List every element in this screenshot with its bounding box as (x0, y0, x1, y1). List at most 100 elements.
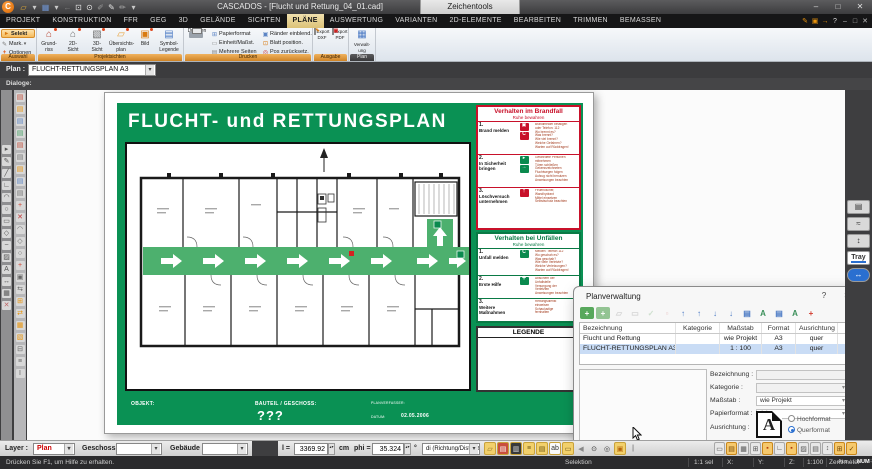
bild-button[interactable]: Bild (133, 28, 157, 54)
ruler-icon[interactable]: ▭ (562, 442, 574, 455)
tab-trimmen[interactable]: TRIMMEN (567, 14, 614, 28)
layer-icon[interactable]: ▤ (497, 442, 509, 455)
table-row[interactable]: Flucht und Rettung wie Projekt A3 quer (580, 334, 845, 344)
back-icon[interactable]: ◀ (575, 442, 587, 455)
dialog-title-bar[interactable]: Planverwaltung ? ✕ (574, 287, 845, 305)
bezeichnung-input[interactable] (756, 369, 845, 380)
app-logo-icon[interactable]: C (2, 1, 14, 13)
tab-bemassen[interactable]: BEMASSEN (614, 14, 667, 28)
drucken-button[interactable]: Drucken (185, 28, 209, 54)
wrench-icon[interactable]: ✎ (800, 16, 810, 27)
remote-access-icon[interactable]: ↔ (847, 268, 870, 282)
move-top-icon[interactable]: ↑ (676, 307, 690, 319)
snap-icon[interactable]: ▪ (762, 442, 773, 455)
length-input[interactable] (294, 443, 328, 455)
geschoss-select[interactable] (116, 443, 162, 455)
doc-close-icon[interactable]: ▤ (15, 189, 25, 198)
tabs-icon[interactable]: ▤ (536, 442, 548, 455)
verwaltung-button[interactable]: Verwalt- ung (350, 29, 374, 54)
swoosh-icon[interactable]: → (820, 16, 830, 27)
panel-icon[interactable]: ▣ (810, 16, 820, 27)
plan-table-header[interactable]: Bezeichnung Kategorie Maßstab Format Ausri… (580, 323, 845, 334)
win-restore-icon[interactable]: □ (850, 16, 860, 27)
tab-auswertung[interactable]: AUSWERTUNG (324, 14, 389, 28)
move-down-icon[interactable]: ↓ (708, 307, 722, 319)
add-category-icon[interactable]: + (804, 307, 818, 319)
close-button[interactable]: ✕ (850, 0, 870, 14)
arc-icon[interactable]: ◠ (2, 193, 11, 202)
layers-icon[interactable]: ≈ (847, 217, 870, 231)
list-icon[interactable]: ≡ (15, 357, 25, 366)
text-icon[interactable]: A (2, 265, 11, 274)
dimension-icon[interactable]: ↔ (2, 277, 11, 286)
spline-icon[interactable]: ~ (2, 241, 11, 250)
magnifier-icon[interactable]: ⊙ (588, 442, 600, 455)
rectangle-icon[interactable]: ▭ (2, 217, 11, 226)
clip-icon[interactable]: ⊟ (15, 345, 25, 354)
tab-sichten[interactable]: SICHTEN (242, 14, 287, 28)
pencil-icon[interactable]: ✎ (2, 157, 11, 166)
add-point-icon[interactable]: + (15, 261, 25, 270)
tab-varianten[interactable]: VARIANTEN (389, 14, 443, 28)
array-icon[interactable]: ⊞ (15, 297, 25, 306)
check-plan-icon[interactable]: ✓ (644, 307, 658, 319)
display-icon[interactable]: ▥ (510, 442, 522, 455)
dialog-close-button[interactable]: ✕ (840, 291, 845, 300)
status-aus[interactable]: Aus (838, 459, 847, 465)
uebersichtsplan-button[interactable]: Übersichts- plan (109, 28, 134, 54)
status-lf[interactable]: LF (850, 459, 856, 465)
fit-view-icon[interactable]: ⊡ (73, 1, 84, 13)
mirror-icon[interactable]: ⇆ (15, 285, 25, 294)
massstab-select[interactable]: wie Projekt (756, 395, 845, 406)
dynamic-input-icon[interactable]: ↕ (822, 442, 833, 455)
expand-icon[interactable]: ↕ (847, 234, 870, 248)
viewport-icon[interactable]: ▤ (847, 200, 870, 214)
ortho-icon[interactable]: ∟ (774, 442, 785, 455)
doc-export-icon[interactable]: ▤ (15, 141, 25, 150)
doc-save-icon[interactable]: ▤ (15, 117, 25, 126)
freeform-icon[interactable]: ○ (15, 249, 25, 258)
page-mode-icon[interactable]: ▤ (726, 442, 737, 455)
tab-ffr[interactable]: FFR (118, 14, 145, 28)
hochformat-radio-circle[interactable] (788, 415, 795, 422)
direction-mode-select[interactable]: di (Richtung/Distanz) (422, 443, 480, 455)
tab-plaene[interactable]: PLÄNE (286, 14, 324, 28)
import-page-icon[interactable]: ▤ (740, 307, 754, 319)
qat-more-icon[interactable]: ▾ (128, 1, 139, 13)
blatt-position-button[interactable]: Blatt position. (262, 39, 303, 47)
doc-settings-icon[interactable]: ▤ (15, 165, 25, 174)
world-icon[interactable]: ◎ (601, 442, 613, 455)
angle-input[interactable] (372, 443, 404, 455)
shape-icon[interactable]: ◇ (15, 237, 25, 246)
tab-2d-elemente[interactable]: 2D-ELEMENTE (443, 14, 507, 28)
minimize-button[interactable]: – (806, 0, 826, 14)
context-tab-zeichentools[interactable]: Zeichentools (420, 0, 520, 14)
save-icon[interactable]: ▦ (40, 1, 51, 13)
folder-icon[interactable]: ▱ (484, 442, 496, 455)
pen-icon[interactable]: ✎ (106, 1, 117, 13)
open-caret-icon[interactable]: ▾ (29, 1, 40, 13)
maximize-button[interactable]: □ (828, 0, 848, 14)
querformat-radio-circle[interactable] (788, 426, 795, 433)
symbol-legende-button[interactable]: Symbol- Legende (157, 29, 181, 54)
selekt-button[interactable]: Selekt (1, 29, 35, 38)
frame-icon[interactable]: ▣ (614, 442, 626, 455)
gebaeude-select[interactable] (202, 443, 248, 455)
save-caret-icon[interactable]: ▾ (51, 1, 62, 13)
object-snap-icon[interactable]: ▪ (786, 442, 797, 455)
select-arrow-icon[interactable]: ▸ (2, 145, 11, 154)
open-file-icon[interactable]: ▱ (18, 1, 29, 13)
move-icon[interactable]: + (15, 201, 25, 210)
delete-plan-icon[interactable]: ▫ (660, 307, 674, 319)
export-pdf-button[interactable]: Export PDF (331, 28, 349, 54)
table-icon[interactable]: ▤ (810, 442, 821, 455)
dialog-help-button[interactable]: ? (818, 291, 830, 300)
doc-print-icon[interactable]: ▤ (15, 153, 25, 162)
win-min-icon[interactable]: – (840, 16, 850, 27)
line-icon[interactable]: ╱ (2, 169, 11, 178)
layer-select[interactable]: Plan (33, 443, 75, 455)
win-close-icon[interactable]: ✕ (860, 16, 870, 27)
tab-konstruktion[interactable]: KONSTRUKTION (46, 14, 117, 28)
export-page-icon[interactable]: ▤ (772, 307, 786, 319)
move-up-icon[interactable]: ↑ (692, 307, 706, 319)
